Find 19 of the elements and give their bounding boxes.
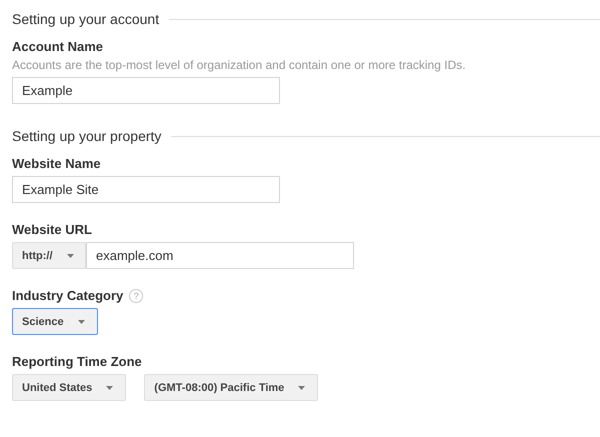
field-label: Reporting Time Zone: [12, 354, 142, 369]
section-heading: Setting up your property: [12, 128, 162, 144]
field-description: Accounts are the top-most level of organization and contain one or more tracking IDs.: [12, 58, 467, 72]
field-label: Industry Category: [12, 288, 124, 303]
input-field[interactable]: Example Site: [12, 176, 280, 203]
dropdown[interactable]: United States: [12, 374, 126, 401]
field-label: Account Name: [12, 39, 104, 54]
caret-icon: [66, 254, 74, 258]
caret-icon: [298, 386, 306, 390]
input-field[interactable]: Example: [12, 77, 280, 104]
field-label: Website URL: [12, 222, 92, 237]
section-heading: Setting up your account: [12, 11, 160, 27]
caret-icon: [78, 320, 85, 324]
input-field[interactable]: example.com: [86, 242, 354, 269]
dropdown[interactable]: Science: [12, 308, 98, 335]
field-label: Website Name: [12, 156, 101, 171]
dropdown[interactable]: (GMT-08:00) Pacific Time: [144, 374, 318, 401]
dropdown[interactable]: http://: [12, 242, 86, 269]
caret-icon: [106, 386, 114, 390]
